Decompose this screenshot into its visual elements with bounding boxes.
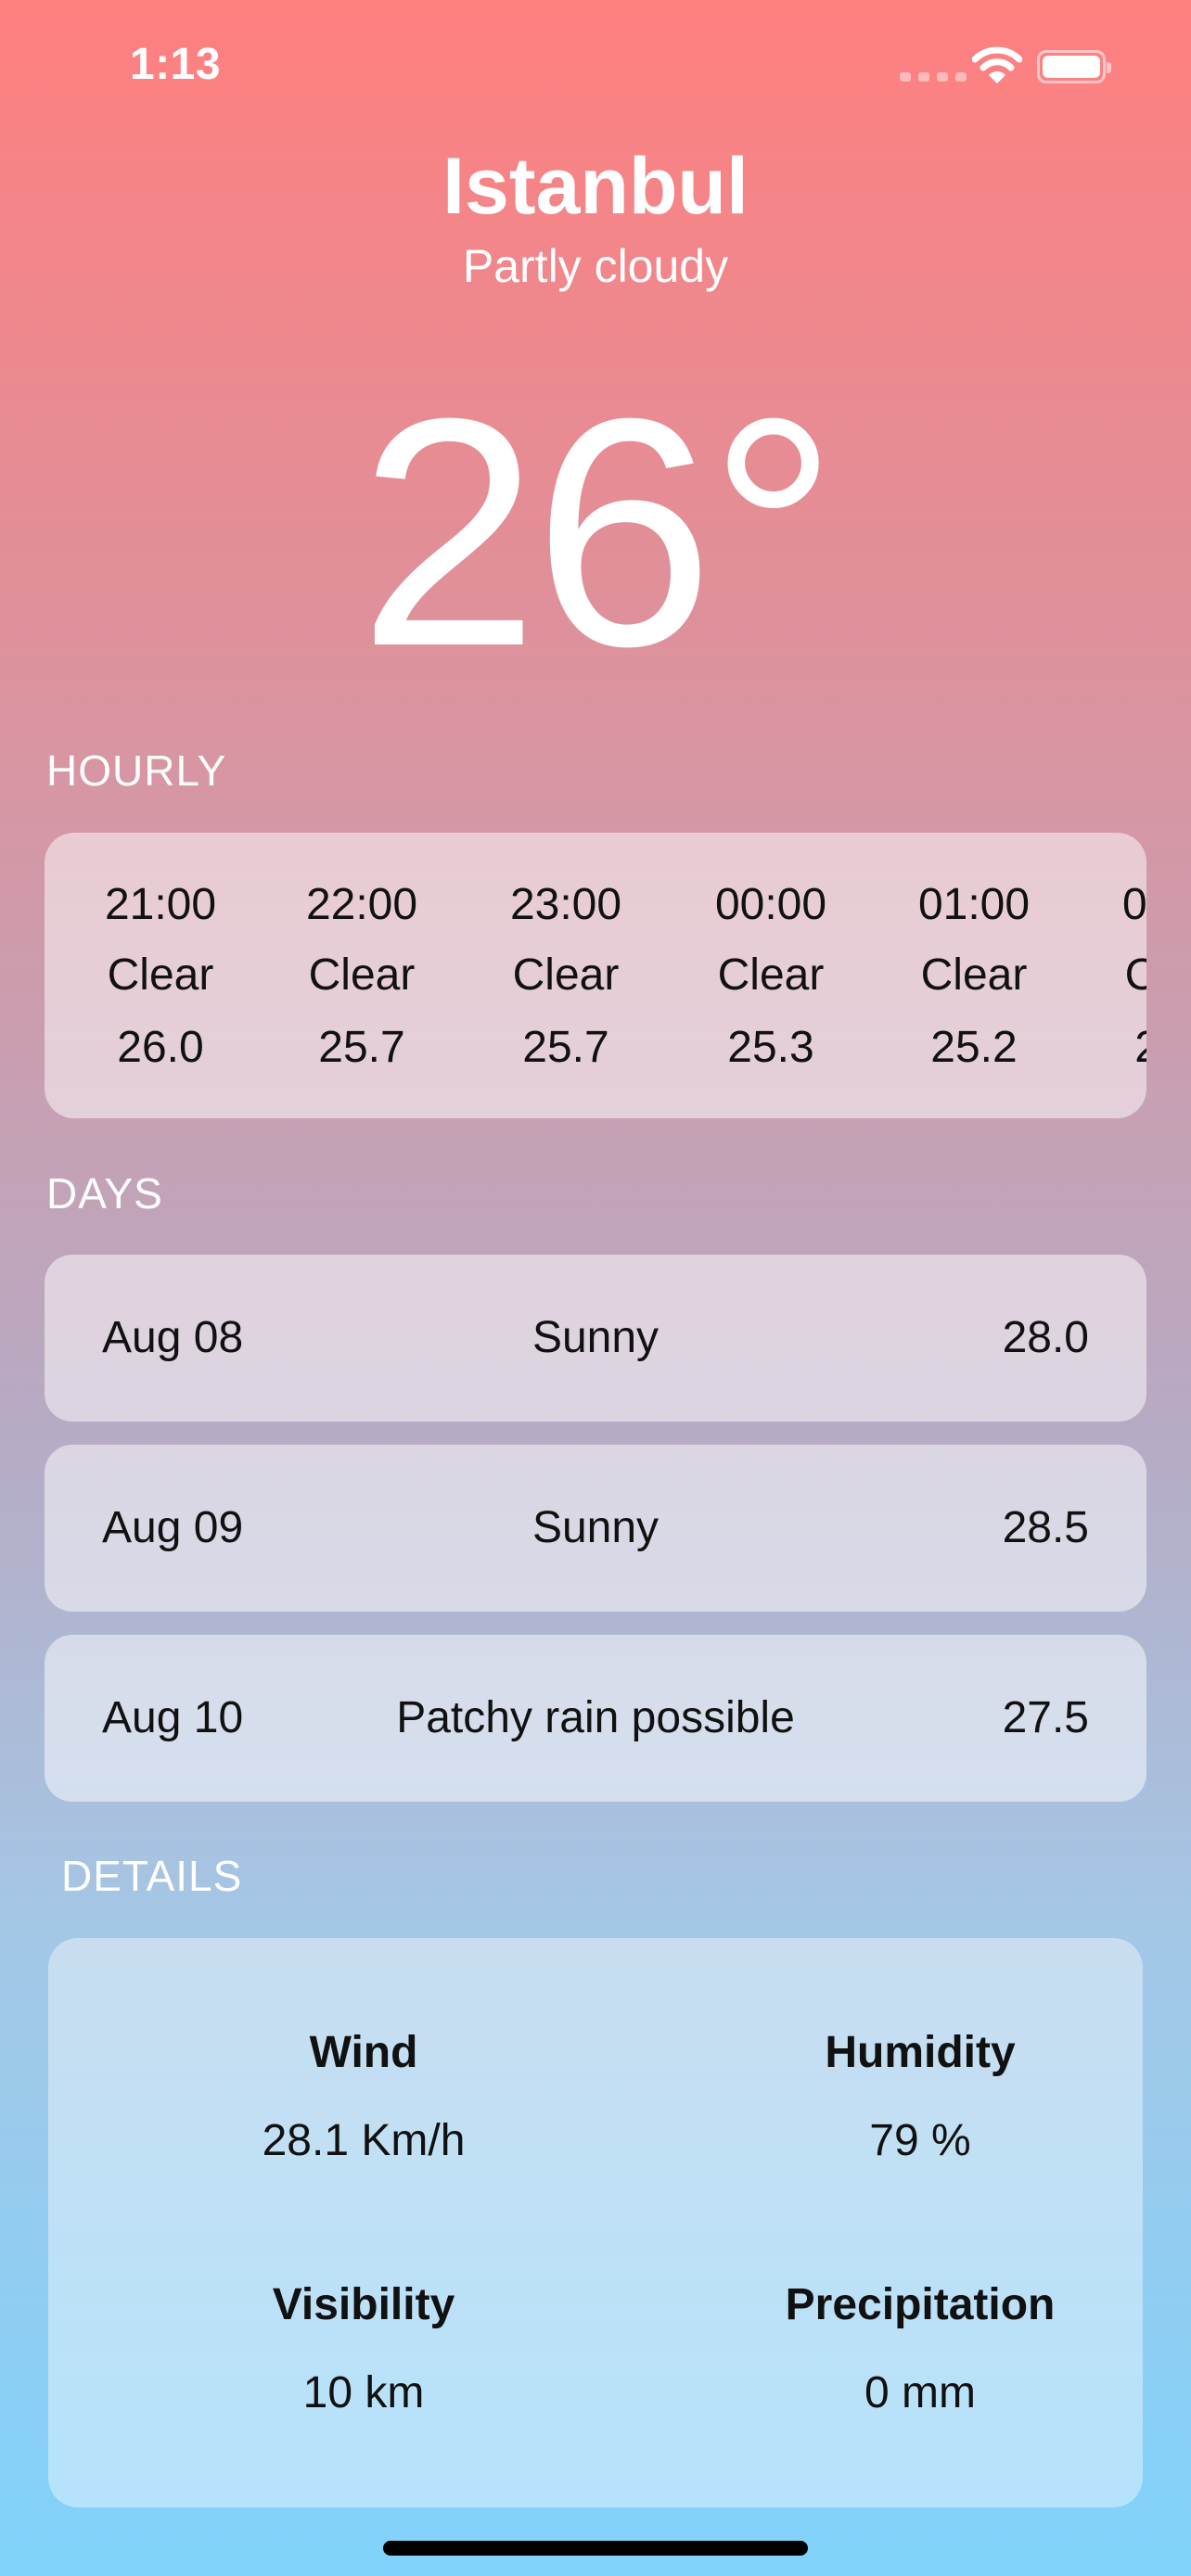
- hour-time: 02:00: [1121, 880, 1146, 929]
- current-temperature: 26°: [358, 351, 838, 714]
- details-card: Wind 28.1 Km/h Humidity 79 % Visibility …: [48, 1938, 1143, 2507]
- day-condition: Sunny: [531, 1313, 660, 1362]
- days-section-title: DAYS: [46, 1169, 163, 1218]
- day-condition: Sunny: [531, 1503, 660, 1552]
- hour-temperature: 25.7: [318, 1023, 405, 1072]
- current-condition: Partly cloudy: [462, 240, 729, 292]
- hour-temperature: 25.3: [727, 1023, 814, 1072]
- hour-temperature: 25.0: [1085, 1022, 1146, 1073]
- hour-temperature: 25.7: [522, 1023, 609, 1072]
- day-condition: Patchy rain possible: [396, 1693, 795, 1742]
- hour-time: 01:00: [917, 880, 1031, 929]
- details-section-title: DETAILS: [61, 1852, 243, 1900]
- humidity-value: 79 %: [869, 2116, 971, 2165]
- hour-time: 00:00: [714, 880, 827, 929]
- wind-label: Wind: [309, 2028, 418, 2077]
- wind-detail: Wind 28.1 Km/h: [104, 2027, 623, 2166]
- humidity-detail: Humidity 79 %: [660, 2027, 1180, 2166]
- day-row[interactable]: Aug 08 Sunny 28.0: [45, 1255, 1146, 1422]
- wind-value: 28.1 Km/h: [262, 2116, 466, 2165]
- cellular-signal-icon: [900, 72, 967, 82]
- hour-condition: Clear: [920, 950, 1028, 1000]
- humidity-label: Humidity: [825, 2028, 1016, 2077]
- precipitation-label: Precipitation: [785, 2280, 1056, 2329]
- hour-temperature: 26.0: [117, 1023, 204, 1072]
- hour-time: 22:00: [305, 880, 418, 929]
- day-temperature: 27.5: [1002, 1693, 1089, 1742]
- visibility-value: 10 km: [302, 2368, 425, 2417]
- hour-temperature: 25.2: [930, 1023, 1018, 1072]
- day-row[interactable]: Aug 09 Sunny 28.5: [45, 1445, 1146, 1612]
- hour-condition: Clear: [512, 950, 620, 1000]
- day-temperature: 28.0: [1002, 1313, 1089, 1362]
- hour-condition: Clear: [308, 950, 416, 1000]
- status-time: 1:13: [130, 40, 222, 89]
- hour-condition: Clear: [717, 950, 825, 1000]
- visibility-detail: Visibility 10 km: [104, 2279, 623, 2418]
- hourly-section-title: HOURLY: [46, 746, 227, 795]
- wifi-icon: [971, 46, 1023, 90]
- hour-condition: Clear: [107, 950, 214, 1000]
- hour-time: 21:00: [104, 880, 217, 929]
- precipitation-detail: Precipitation 0 mm: [660, 2279, 1180, 2418]
- hour-condition: Clear: [1124, 950, 1146, 1000]
- day-temperature: 28.5: [1002, 1503, 1089, 1552]
- city-name: Istanbul: [442, 142, 749, 231]
- day-row[interactable]: Aug 10 Patchy rain possible 27.5: [45, 1635, 1146, 1802]
- home-indicator[interactable]: [383, 2541, 808, 2556]
- precipitation-value: 0 mm: [864, 2368, 976, 2417]
- hour-time: 23:00: [509, 880, 622, 929]
- hourly-forecast-scroller[interactable]: 21:00 Clear 26.0 22:00 Clear 25.7 23:00 …: [45, 833, 1146, 1118]
- visibility-label: Visibility: [272, 2280, 455, 2329]
- battery-icon: [1037, 50, 1111, 83]
